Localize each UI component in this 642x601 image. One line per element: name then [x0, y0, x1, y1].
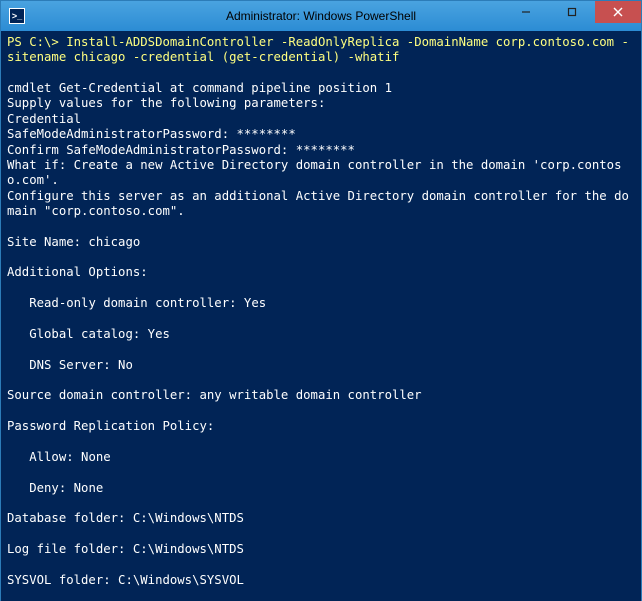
output-line: DNS Server: No: [7, 358, 635, 373]
output-line: SafeModeAdministratorPassword: ********: [7, 127, 635, 142]
output-line: Deny: None: [7, 481, 635, 496]
output-line: Password Replication Policy:: [7, 419, 635, 434]
output-line: Allow: None: [7, 450, 635, 465]
blank-line: [7, 434, 635, 449]
terminal-pane[interactable]: PS C:\> Install-ADDSDomainController -Re…: [1, 31, 641, 601]
blank-line: [7, 588, 635, 601]
output-line: Supply values for the following paramete…: [7, 96, 635, 111]
blank-line: [7, 66, 635, 81]
window-titlebar[interactable]: >_ Administrator: Windows PowerShell: [1, 1, 641, 31]
output-line: Credential: [7, 112, 635, 127]
minimize-icon: [521, 7, 531, 17]
close-button[interactable]: [595, 1, 641, 23]
output-line: Read-only domain controller: Yes: [7, 296, 635, 311]
blank-line: [7, 557, 635, 572]
minimize-button[interactable]: [503, 1, 549, 23]
output-line: Database folder: C:\Windows\NTDS: [7, 511, 635, 526]
window-title: Administrator: Windows PowerShell: [226, 9, 416, 23]
blank-line: [7, 219, 635, 234]
blank-line: [7, 465, 635, 480]
blank-line: [7, 250, 635, 265]
output-line: Global catalog: Yes: [7, 327, 635, 342]
blank-line: [7, 404, 635, 419]
output-line: SYSVOL folder: C:\Windows\SYSVOL: [7, 573, 635, 588]
window-controls: [503, 1, 641, 23]
ps-prompt: PS C:\>: [7, 35, 59, 49]
blank-line: [7, 373, 635, 388]
blank-line: [7, 312, 635, 327]
output-line: Site Name: chicago: [7, 235, 635, 250]
blank-line: [7, 496, 635, 511]
output-line: Confirm SafeModeAdministratorPassword: *…: [7, 143, 635, 158]
maximize-icon: [567, 7, 577, 17]
powershell-icon: >_: [9, 8, 25, 24]
output-line: Additional Options:: [7, 265, 635, 280]
command-line: PS C:\> Install-ADDSDomainController -Re…: [7, 35, 635, 66]
close-icon: [613, 7, 623, 17]
output-line: What if: Create a new Active Directory d…: [7, 158, 635, 189]
output-line: Source domain controller: any writable d…: [7, 388, 635, 403]
output-line: Configure this server as an additional A…: [7, 189, 635, 220]
output-line: cmdlet Get-Credential at command pipelin…: [7, 81, 635, 96]
command-text: Install-ADDSDomainController -ReadOnlyRe…: [7, 35, 629, 64]
maximize-button[interactable]: [549, 1, 595, 23]
blank-line: [7, 527, 635, 542]
output-line: Log file folder: C:\Windows\NTDS: [7, 542, 635, 557]
blank-line: [7, 281, 635, 296]
blank-line: [7, 342, 635, 357]
